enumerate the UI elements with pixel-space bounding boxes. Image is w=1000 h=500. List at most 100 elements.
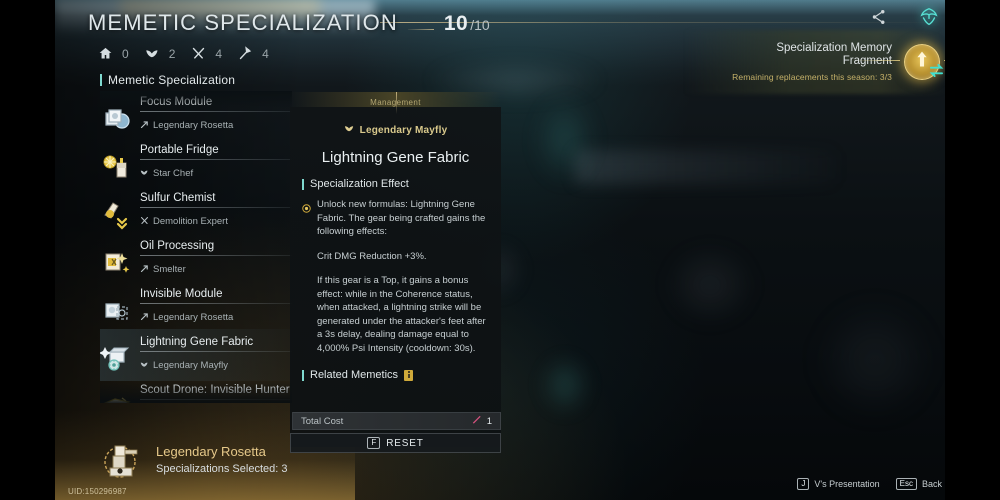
hint-label-back: Back bbox=[921, 479, 942, 489]
fragment-text-block: Specialization Memory Fragment Remaining… bbox=[732, 42, 902, 82]
list-item-tag-label: Legendary Rosetta bbox=[153, 119, 234, 131]
effect-section-accent bbox=[302, 178, 304, 190]
category-leaf[interactable]: 2 bbox=[145, 46, 176, 61]
list-item-rule bbox=[140, 207, 292, 208]
scout-drone-icon bbox=[100, 389, 134, 403]
list-item-body: Lightning Gene Fabric Legendary Mayfly bbox=[140, 335, 292, 374]
category-leaf-value: 2 bbox=[168, 46, 176, 61]
detail-tab-management[interactable]: Management bbox=[290, 92, 501, 114]
header-divider bbox=[407, 29, 434, 30]
effect-section-header: Specialization Effect bbox=[302, 178, 489, 190]
leaf-icon bbox=[140, 164, 149, 182]
arrow-icon bbox=[140, 260, 149, 278]
fragment-upgrade-icon[interactable] bbox=[854, 42, 990, 82]
list-item-tag: Demolition Expert bbox=[140, 212, 292, 230]
list-item-tag: Star Chef bbox=[140, 164, 292, 182]
list-item[interactable]: Sulfur Chemist Demolition Expert bbox=[100, 187, 292, 235]
related-section-header: Related Memetics bbox=[302, 369, 489, 381]
game-screen: MEMETIC SPECIALIZATION 10 /10 0 2 4 4 Sp… bbox=[0, 0, 1000, 500]
list-header-accent bbox=[100, 74, 102, 86]
category-axe[interactable]: 4 bbox=[238, 46, 269, 61]
focus-module-icon bbox=[100, 101, 134, 135]
letterbox-right bbox=[945, 0, 1000, 500]
list-item-tag: Legendary Rosetta bbox=[140, 308, 292, 326]
list-item-tag: Smelter bbox=[140, 260, 292, 278]
list-item[interactable]: Scout Drone: Invisible HunterMachinist bbox=[100, 379, 292, 403]
list-item[interactable]: Oil Processing Smelter bbox=[100, 235, 292, 283]
arrow-icon bbox=[140, 308, 149, 326]
list-item-name: Portable Fridge bbox=[140, 144, 219, 156]
invisible-module-icon bbox=[100, 293, 134, 327]
arrow-icon bbox=[140, 116, 149, 134]
category-home-value: 0 bbox=[122, 46, 129, 61]
list-item-tag-label: Demolition Expert bbox=[153, 215, 228, 227]
list-item-body: Sulfur Chemist Demolition Expert bbox=[140, 191, 292, 230]
related-section-label: Related Memetics bbox=[310, 369, 399, 381]
total-cost-value-group: 1 bbox=[471, 412, 492, 430]
list-item[interactable]: Focus Module Legendary Rosetta bbox=[100, 91, 292, 139]
effect-paragraph: Crit DMG Reduction +3%. bbox=[317, 250, 427, 262]
share-icon[interactable] bbox=[868, 6, 890, 28]
list-item-tag: Legendary Mayfly bbox=[140, 356, 292, 374]
fragment-wing-left bbox=[854, 60, 900, 61]
list-item-rule bbox=[140, 351, 292, 352]
category-tools-value: 4 bbox=[215, 46, 223, 61]
list-item-rule bbox=[140, 159, 292, 160]
list-item-tag-label: Smelter bbox=[153, 263, 186, 275]
axe-icon bbox=[238, 46, 253, 61]
effect-block: Unlock new formulas: Lightning Gene Fabr… bbox=[302, 198, 489, 355]
hint-back[interactable]: Esc Back bbox=[895, 478, 942, 490]
category-tools[interactable]: 4 bbox=[191, 46, 222, 61]
portable-fridge-icon bbox=[100, 149, 134, 183]
list-item[interactable]: Lightning Gene Fabric Legendary Mayfly bbox=[100, 329, 292, 381]
list-header-label: Memetic Specialization bbox=[108, 73, 236, 87]
page-title: MEMETIC SPECIALIZATION bbox=[88, 10, 398, 35]
hint-presentation[interactable]: J V's Presentation bbox=[797, 478, 880, 490]
list-item-body: Invisible Module Legendary Rosetta bbox=[140, 287, 292, 326]
list-item-body: Focus Module Legendary Rosetta bbox=[140, 95, 292, 134]
effect-paragraph: If this gear is a Top, it gains a bonus … bbox=[317, 275, 486, 354]
hint-label-presentation: V's Presentation bbox=[814, 479, 880, 489]
list-item-tag-label: Legendary Mayfly bbox=[153, 359, 228, 371]
list-item-tag-label: Star Chef bbox=[153, 167, 194, 179]
lightning-gene-fabric-icon bbox=[100, 341, 134, 375]
reset-key-badge: F bbox=[367, 437, 381, 449]
list-item-name: Invisible Module bbox=[140, 288, 223, 300]
list-item[interactable]: Portable Fridge Star Chef bbox=[100, 139, 292, 187]
list-item-tag: Legendary Rosetta bbox=[140, 116, 292, 134]
total-cost-label: Total Cost bbox=[301, 415, 344, 427]
list-scroll-region[interactable]: Focus Module Legendary Rosetta Portable Fr… bbox=[100, 91, 292, 403]
info-icon[interactable] bbox=[404, 369, 414, 381]
memetic-currency-icon bbox=[471, 412, 482, 430]
effect-paragraph: Unlock new formulas: Lightning Gene Fabr… bbox=[317, 199, 486, 237]
rarity-badge-label: Legendary Mayfly bbox=[359, 124, 448, 136]
tools-icon bbox=[140, 212, 149, 230]
fragment-title-line2: Fragment bbox=[842, 55, 892, 67]
character-summary: Legendary Rosetta Specializations Select… bbox=[100, 438, 287, 482]
category-home[interactable]: 0 bbox=[98, 46, 129, 61]
category-axe-value: 4 bbox=[262, 46, 269, 61]
key-hint-bar: J V's Presentation Esc Back bbox=[797, 478, 942, 490]
specialization-count: 10 bbox=[443, 12, 469, 35]
letterbox-left bbox=[0, 0, 55, 500]
list-item-name: Scout Drone: Invisible Hunter bbox=[140, 384, 290, 396]
reset-button[interactable]: F RESET bbox=[290, 433, 501, 453]
swap-arrows-icon bbox=[929, 64, 944, 82]
total-cost-bar: Total Cost 1 bbox=[292, 412, 501, 430]
list-item-rule bbox=[140, 399, 292, 400]
detail-title: Lightning Gene Fabric bbox=[321, 149, 470, 166]
list-item-name: Focus Module bbox=[140, 96, 213, 108]
effect-section-label: Specialization Effect bbox=[310, 178, 409, 190]
leaf-icon bbox=[145, 46, 160, 61]
list-header: Memetic Specialization bbox=[100, 73, 292, 87]
detail-panel: Management Legendary Mayfly Lightning Ge… bbox=[290, 92, 501, 447]
up-arrow-icon bbox=[916, 51, 929, 73]
faction-emblem-icon[interactable] bbox=[918, 6, 940, 28]
list-item[interactable]: Invisible Module Legendary Rosetta bbox=[100, 283, 292, 331]
list-item-rule bbox=[140, 303, 292, 304]
fragment-subtitle: Remaining replacements this season: 3/3 bbox=[732, 72, 892, 82]
hint-key-j: J bbox=[797, 478, 810, 490]
fragment-title-line1: Specialization Memory bbox=[776, 42, 892, 54]
bullet-icon bbox=[302, 200, 311, 355]
specialization-memory-fragment-panel[interactable]: Specialization Memory Fragment Remaining… bbox=[684, 30, 990, 94]
